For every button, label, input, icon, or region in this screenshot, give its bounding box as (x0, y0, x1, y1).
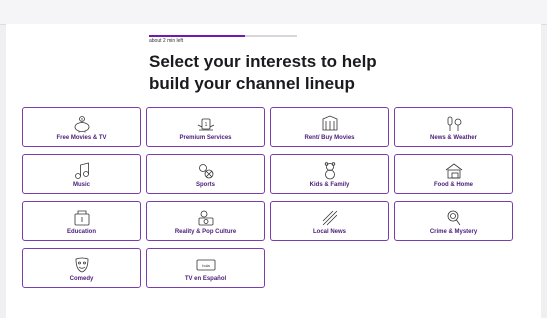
interest-label: Kids & Family (309, 182, 350, 188)
microphone-weather-icon (444, 115, 464, 133)
interest-rent-buy-movies[interactable]: Rent/ Buy Movies (270, 107, 389, 147)
piggy-bank-icon: $ (72, 115, 92, 133)
page-title: Select your interests to help build your… (149, 52, 377, 93)
svg-text:1: 1 (204, 122, 207, 128)
interest-label: Premium Services (179, 135, 232, 141)
interest-music[interactable]: Music (22, 154, 141, 194)
interest-sports[interactable]: Sports (146, 154, 265, 194)
interest-grid: $ Free Movies & TV 1 Premium Services Re… (22, 107, 513, 288)
interest-free-movies-tv[interactable]: $ Free Movies & TV (22, 107, 141, 147)
progress-bar-fill (149, 35, 246, 37)
interest-label: Sports (195, 182, 215, 188)
camera-icon (196, 209, 216, 227)
interest-label: TV en Español (184, 276, 227, 282)
books-icon (72, 209, 92, 227)
interest-label: Music (72, 182, 90, 188)
interest-label: Free Movies & TV (56, 135, 107, 141)
interest-label: Local News (312, 229, 346, 235)
house-icon (444, 162, 464, 180)
interest-reality-pop-culture[interactable]: Reality & Pop Culture (146, 201, 265, 241)
interest-label: Comedy (69, 276, 94, 282)
interest-label: Food & Home (434, 182, 473, 188)
browser-top-bar (0, 0, 547, 25)
interest-tv-en-espanol[interactable]: hola TV en Español (146, 248, 265, 288)
interest-food-home[interactable]: Food & Home (394, 154, 513, 194)
magnifier-icon (444, 209, 464, 227)
comedy-mask-icon (72, 256, 92, 274)
hola-sign-icon: hola (196, 256, 216, 274)
teddy-bear-icon (320, 162, 340, 180)
progress-bar (149, 35, 297, 37)
local-news-icon (320, 209, 340, 227)
sports-balls-icon (196, 162, 216, 180)
interest-label: Education (66, 229, 96, 235)
interest-education[interactable]: Education (22, 201, 141, 241)
premium-badge-icon: 1 (196, 115, 216, 133)
svg-text:$: $ (81, 118, 83, 122)
interest-crime-mystery[interactable]: Crime & Mystery (394, 201, 513, 241)
time-left-text: about 2 min left (149, 38, 184, 44)
interest-local-news[interactable]: Local News (270, 201, 389, 241)
hola-sign-text: hola (202, 263, 210, 268)
interest-kids-family[interactable]: Kids & Family (270, 154, 389, 194)
interest-news-weather[interactable]: News & Weather (394, 107, 513, 147)
interest-label: Reality & Pop Culture (174, 229, 237, 235)
interest-label: Crime & Mystery (429, 229, 478, 235)
interest-label: Rent/ Buy Movies (304, 135, 355, 141)
theater-icon (320, 115, 340, 133)
music-notes-icon (72, 162, 92, 180)
interest-premium-services[interactable]: 1 Premium Services (146, 107, 265, 147)
interest-comedy[interactable]: Comedy (22, 248, 141, 288)
interest-label: News & Weather (430, 135, 477, 141)
